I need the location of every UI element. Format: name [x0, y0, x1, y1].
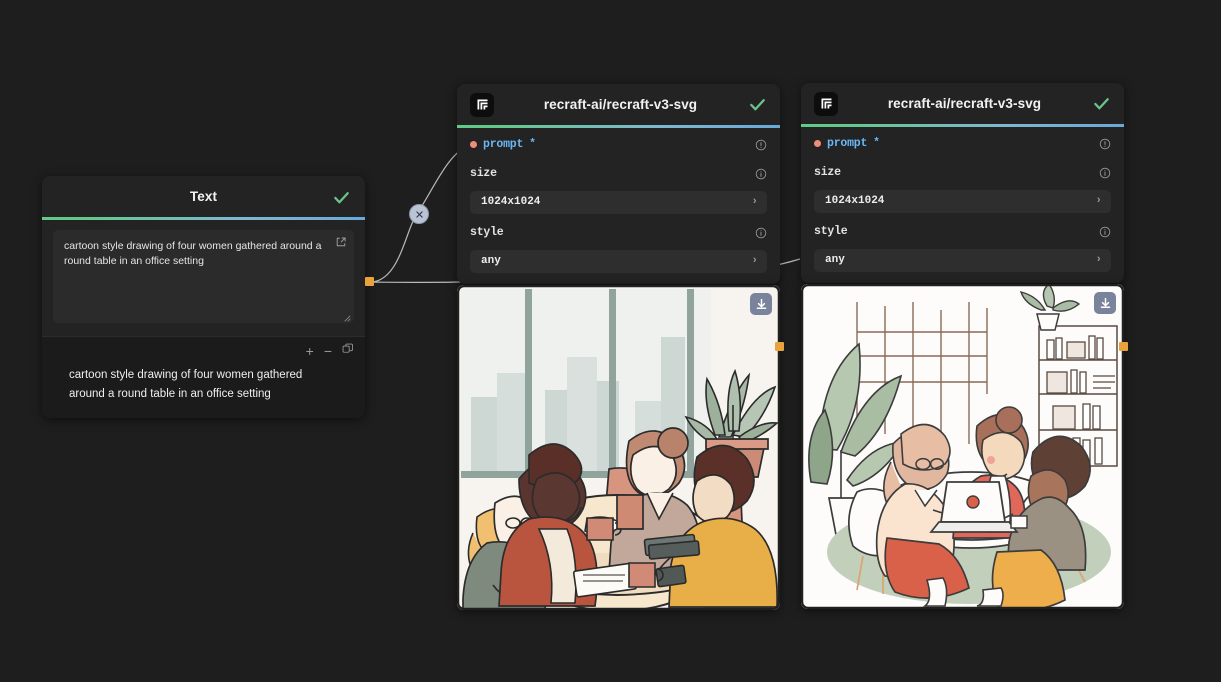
- check-icon-glyph: [333, 191, 349, 203]
- chevron-right-icon: ›: [751, 255, 758, 267]
- info-icon[interactable]: [755, 226, 767, 239]
- field-size-label: size: [470, 166, 497, 180]
- field-style: style: [457, 216, 780, 245]
- resize-grip-icon[interactable]: [342, 312, 351, 321]
- field-prompt[interactable]: prompt *: [457, 128, 780, 157]
- model-1-output-port[interactable]: [775, 342, 784, 351]
- text-node-output-tools: + −: [53, 343, 354, 359]
- prompt-textarea-value: cartoon style drawing of four women gath…: [64, 239, 322, 267]
- info-icon-glyph: [1099, 167, 1111, 179]
- field-style-label: style: [814, 224, 848, 238]
- check-icon-glyph: [749, 99, 765, 111]
- recraft-logo-glyph: [477, 99, 487, 110]
- text-node-input-area: cartoon style drawing of four women gath…: [42, 219, 365, 336]
- model-node-recraft-1[interactable]: recraft-ai/recraft-v3-svg prompt * size …: [457, 84, 780, 284]
- prompt-textarea[interactable]: cartoon style drawing of four women gath…: [53, 229, 354, 323]
- model-node-2-fields: prompt * size 1024x1024 › style any ›: [801, 126, 1124, 283]
- model-node-1-header: recraft-ai/recraft-v3-svg: [457, 84, 780, 125]
- field-size: size: [801, 156, 1124, 185]
- model-node-recraft-2[interactable]: recraft-ai/recraft-v3-svg prompt * size …: [801, 83, 1124, 283]
- style-select[interactable]: any ›: [470, 249, 767, 273]
- chevron-right-icon: ›: [751, 196, 758, 208]
- recraft-logo-icon: [814, 91, 838, 116]
- field-prompt[interactable]: prompt *: [801, 127, 1124, 156]
- info-icon-glyph: [755, 227, 767, 239]
- info-icon[interactable]: [1099, 225, 1111, 238]
- chevron-right-icon: ›: [1095, 195, 1102, 207]
- field-style: style: [801, 215, 1124, 244]
- field-prompt-label: prompt *: [814, 137, 880, 150]
- field-prompt-label: prompt *: [470, 138, 536, 151]
- info-icon-glyph: [1099, 226, 1111, 238]
- model-node-2-header: recraft-ai/recraft-v3-svg: [801, 83, 1124, 124]
- field-prompt-name: prompt: [827, 136, 868, 150]
- resize-grip-icon-glyph: [344, 315, 351, 321]
- external-link-icon-glyph: [336, 237, 346, 246]
- workflow-canvas[interactable]: Text cartoon style drawing of four women…: [0, 0, 1221, 682]
- model-2-output-port[interactable]: [1119, 342, 1128, 351]
- size-select[interactable]: 1024x1024 ›: [470, 190, 767, 214]
- download-icon: [1100, 297, 1110, 308]
- style-select[interactable]: any ›: [814, 248, 1111, 272]
- decrease-button[interactable]: −: [324, 344, 332, 358]
- info-icon-glyph: [755, 168, 767, 180]
- info-icon[interactable]: [1099, 166, 1111, 179]
- text-node[interactable]: Text cartoon style drawing of four women…: [42, 176, 365, 418]
- check-icon-glyph: [1093, 98, 1109, 110]
- download-icon: [756, 298, 766, 309]
- close-icon: [415, 210, 423, 218]
- required-dot-icon: [814, 139, 821, 147]
- generated-illustration-1: [457, 285, 780, 610]
- download-button[interactable]: [750, 293, 772, 315]
- text-node-output-text: cartoon style drawing of four women gath…: [69, 368, 303, 400]
- chevron-right-icon: ›: [1095, 254, 1102, 266]
- style-select-value: any: [481, 255, 501, 267]
- required-dot-icon: [470, 140, 477, 148]
- external-link-icon[interactable]: [335, 236, 347, 248]
- size-select[interactable]: 1024x1024 ›: [814, 189, 1111, 213]
- check-icon: [331, 187, 351, 207]
- info-icon[interactable]: [755, 167, 767, 180]
- model-node-1-title: recraft-ai/recraft-v3-svg: [543, 97, 698, 112]
- text-node-output-panel: + − cartoon style drawing of four women …: [42, 335, 365, 418]
- generated-illustration-2: [801, 284, 1124, 609]
- size-select-value: 1024x1024: [825, 195, 885, 207]
- text-node-title: Text: [189, 189, 218, 204]
- text-output-port[interactable]: [365, 277, 374, 286]
- check-icon: [747, 95, 767, 115]
- recraft-logo-glyph: [821, 98, 831, 109]
- info-icon[interactable]: [1099, 137, 1111, 150]
- model-1-result-image[interactable]: [457, 285, 780, 610]
- field-size-label: size: [814, 165, 841, 179]
- copy-icon[interactable]: [342, 342, 354, 360]
- text-node-header: Text: [42, 176, 365, 217]
- info-icon-glyph: [755, 139, 767, 151]
- recraft-logo-icon: [470, 92, 494, 117]
- field-prompt-name: prompt: [483, 137, 524, 151]
- size-select-value: 1024x1024: [481, 196, 541, 208]
- download-button[interactable]: [1094, 292, 1116, 314]
- field-size: size: [457, 157, 780, 186]
- info-icon-glyph: [1099, 138, 1111, 150]
- info-icon[interactable]: [755, 138, 767, 151]
- model-node-2-title: recraft-ai/recraft-v3-svg: [887, 96, 1042, 111]
- style-select-value: any: [825, 254, 845, 266]
- field-style-label: style: [470, 225, 504, 239]
- model-node-1-fields: prompt * size 1024x1024 › style any ›: [457, 127, 780, 284]
- model-2-result-image[interactable]: [801, 284, 1124, 609]
- required-asterisk: *: [529, 138, 536, 150]
- increase-button[interactable]: +: [306, 344, 314, 358]
- copy-icon-glyph: [342, 343, 353, 353]
- required-asterisk: *: [873, 137, 880, 149]
- check-icon: [1091, 94, 1111, 114]
- edge-delete-button[interactable]: [409, 204, 429, 224]
